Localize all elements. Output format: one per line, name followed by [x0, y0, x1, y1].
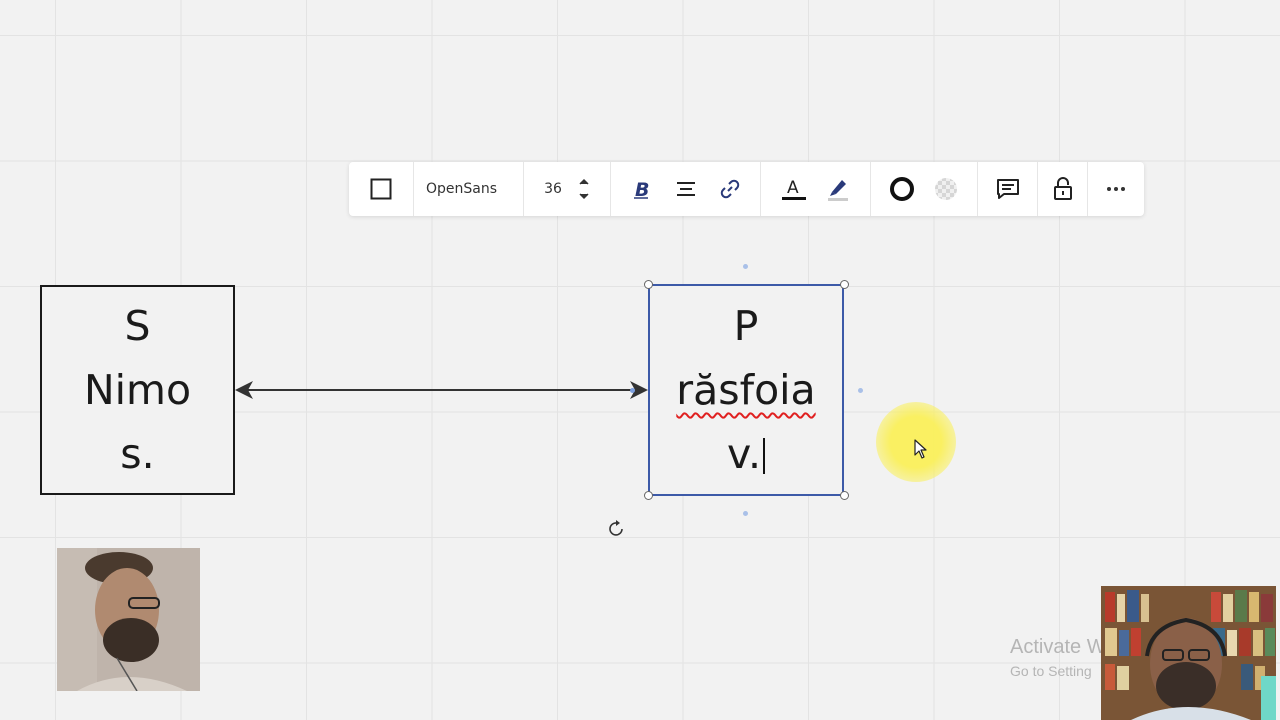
misspelled-word: răsfoia: [676, 366, 816, 414]
webcam-thumbnail-right: [1101, 586, 1276, 720]
left-shape-line-1: S: [124, 302, 151, 350]
resize-handle-bottom-left[interactable]: [644, 491, 653, 500]
connector-point-bottom[interactable]: [743, 511, 748, 516]
text-caret: [763, 438, 766, 474]
rotate-handle-icon[interactable]: [607, 519, 627, 539]
connector-point-right[interactable]: [858, 388, 863, 393]
right-shape-line-3: v.: [726, 422, 766, 486]
whiteboard-canvas[interactable]: OpenSans 36 B A S Nimo s. P răsfoia v. A…: [0, 0, 1280, 720]
watermark-subtitle: Go to Setting: [1010, 663, 1092, 679]
resize-handle-top-right[interactable]: [840, 280, 849, 289]
watermark-title: Activate W: [1010, 636, 1106, 658]
webcam-thumbnail-left: [57, 548, 200, 691]
right-shape-line-1: P: [733, 302, 759, 350]
right-shape-line-3-text: v.: [726, 430, 762, 478]
speaker-photo-icon: [1101, 586, 1276, 720]
resize-handle-bottom-right[interactable]: [840, 491, 849, 500]
mouse-pointer-icon: [914, 439, 927, 459]
windows-activation-watermark: Activate W Go to Setting: [1010, 636, 1106, 679]
left-shape-line-3: s.: [120, 430, 155, 478]
resize-handle-top-left[interactable]: [644, 280, 653, 289]
connector-point-left[interactable]: [630, 388, 635, 393]
shape-left[interactable]: S Nimo s.: [40, 285, 235, 495]
connector-point-top[interactable]: [743, 264, 748, 269]
right-shape-line-2: răsfoia: [676, 358, 815, 422]
person-photo-icon: [57, 548, 200, 691]
left-shape-line-2: Nimo: [83, 366, 192, 414]
shape-right-editing[interactable]: P răsfoia v.: [648, 284, 844, 496]
